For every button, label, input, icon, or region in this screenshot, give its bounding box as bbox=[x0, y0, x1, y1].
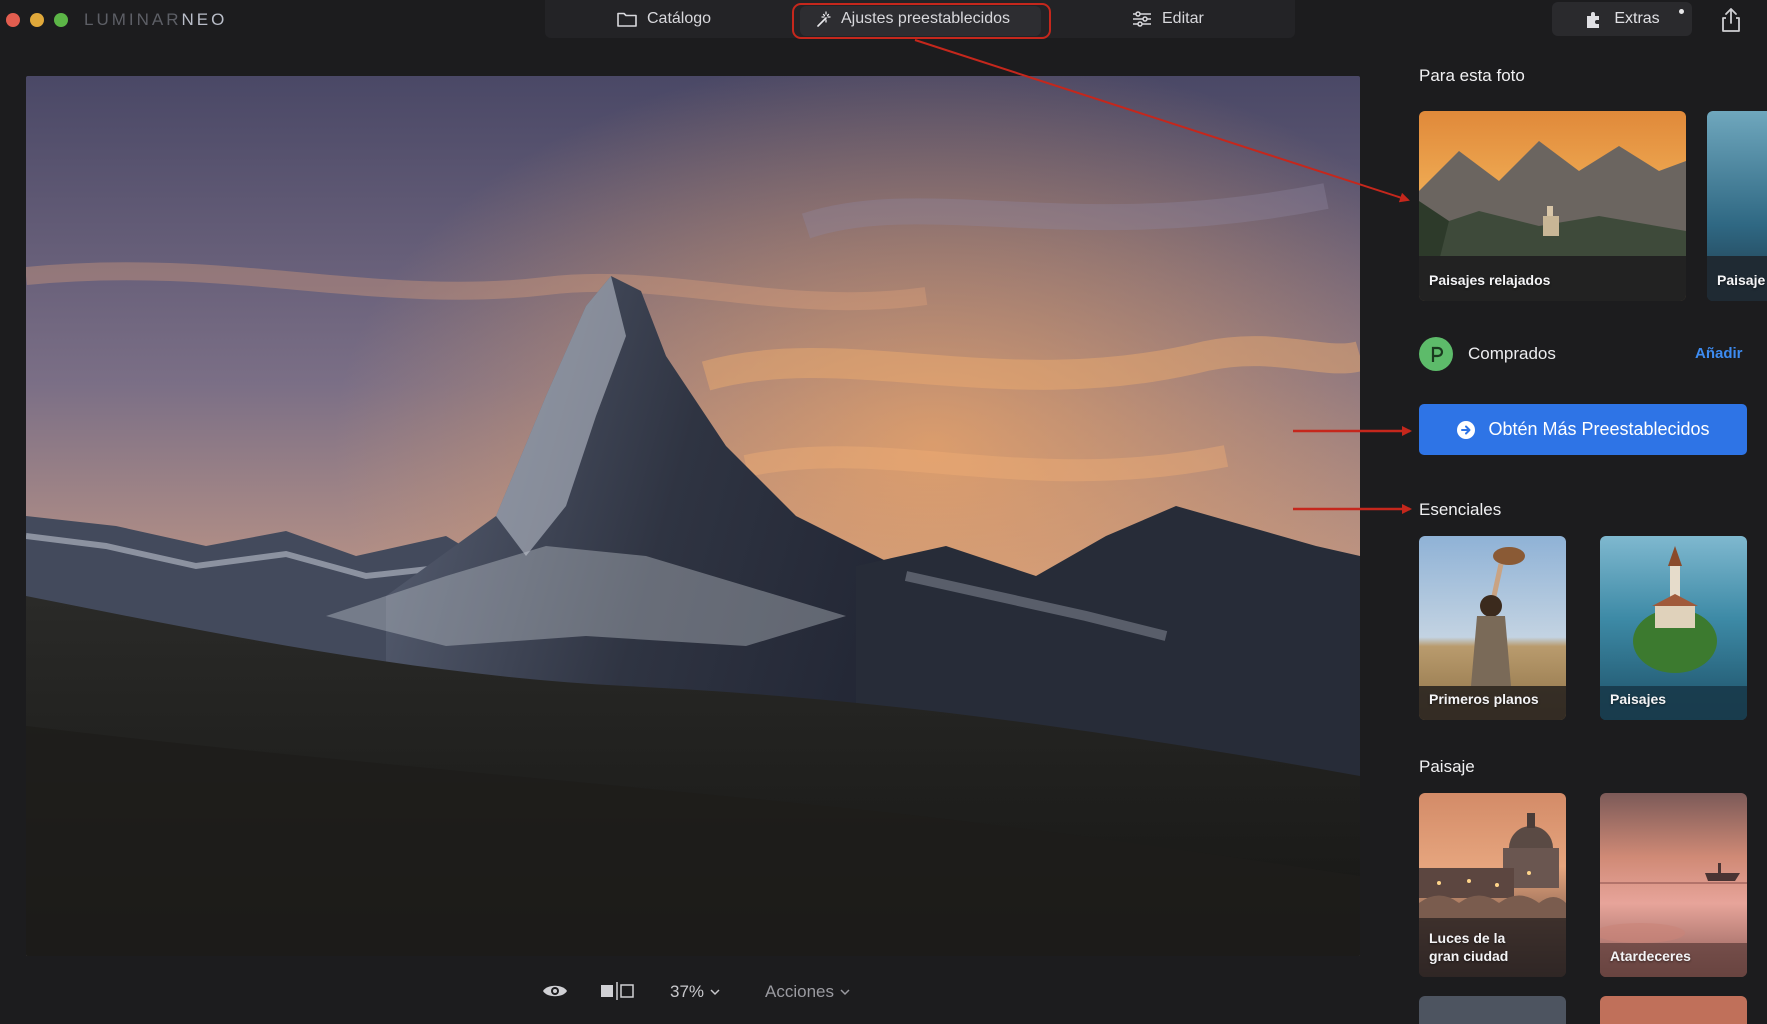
preset-card-label: Paisajes bbox=[1610, 691, 1667, 707]
get-more-presets-button[interactable]: Obtén Más Preestablecidos bbox=[1419, 404, 1747, 455]
title-bar: LUMINARNEO Catálogo Ajustes preestableci… bbox=[0, 0, 1767, 40]
puzzle-icon bbox=[1587, 12, 1600, 28]
add-link[interactable]: Añadir bbox=[1695, 345, 1743, 362]
extras-button[interactable]: Extras bbox=[1552, 2, 1692, 36]
preset-card-close-ups[interactable]: Primeros planos bbox=[1419, 536, 1566, 720]
notification-dot bbox=[1679, 9, 1684, 14]
partial-thumbnail bbox=[1600, 996, 1747, 1024]
chevron-down-icon bbox=[840, 989, 850, 996]
tab-edit[interactable]: Editar bbox=[1132, 0, 1204, 38]
purchased-icon bbox=[1419, 337, 1453, 371]
app-logo: LUMINARNEO bbox=[84, 10, 227, 30]
split-view-icon bbox=[601, 982, 634, 1000]
actions-dropdown[interactable]: Acciones bbox=[765, 982, 850, 1002]
arrow-circle-icon bbox=[1457, 420, 1476, 439]
partial-thumbnail bbox=[1419, 996, 1566, 1024]
preset-card-landscapes[interactable]: Paisajes bbox=[1600, 536, 1747, 720]
preset-card-label: Atardeceres bbox=[1610, 948, 1691, 964]
bottom-toolbar: 37% Acciones bbox=[0, 960, 1390, 1024]
essentials-heading: Esenciales bbox=[1419, 500, 1502, 519]
close-window-button[interactable] bbox=[6, 13, 20, 27]
share-icon bbox=[1722, 8, 1740, 32]
preview-toggle-button[interactable] bbox=[542, 982, 568, 1000]
preset-card-label: Paisajes relajados bbox=[1429, 272, 1551, 288]
tab-catalog-label: Catálogo bbox=[647, 10, 712, 27]
sliders-icon bbox=[1133, 11, 1151, 27]
landscape-heading: Paisaje bbox=[1419, 757, 1475, 776]
actions-label: Acciones bbox=[765, 982, 834, 1001]
preset-card-landscape[interactable]: Paisaje bbox=[1707, 111, 1767, 301]
chevron-down-icon bbox=[710, 989, 720, 996]
preset-card-relaxed-landscapes[interactable]: Paisajes relajados bbox=[1419, 111, 1686, 301]
brand-luminar: LUMINAR bbox=[84, 10, 182, 29]
for-this-photo-heading: Para esta foto bbox=[1419, 66, 1525, 85]
preset-card-sunsets[interactable]: Atardeceres bbox=[1600, 793, 1747, 977]
tab-catalog[interactable]: Catálogo bbox=[617, 0, 711, 38]
folder-icon bbox=[617, 12, 637, 27]
share-button[interactable] bbox=[1718, 6, 1744, 34]
preset-card-label: Luces de la gran ciudad bbox=[1429, 930, 1509, 964]
preset-card-label: Primeros planos bbox=[1429, 691, 1539, 707]
leaf-icon bbox=[1431, 346, 1444, 362]
preset-card-city-lights[interactable]: Luces de la gran ciudad bbox=[1419, 793, 1566, 977]
zoom-dropdown[interactable]: 37% bbox=[670, 982, 720, 1002]
eye-icon bbox=[543, 985, 567, 997]
photo-canvas[interactable] bbox=[26, 76, 1360, 956]
brand-neo: NEO bbox=[181, 10, 228, 29]
preset-card-partial[interactable] bbox=[1419, 996, 1566, 1024]
preset-card-partial[interactable] bbox=[1600, 996, 1747, 1024]
tab-edit-label: Editar bbox=[1162, 10, 1204, 27]
extras-label: Extras bbox=[1614, 10, 1660, 27]
get-more-presets-label: Obtén Más Preestablecidos bbox=[1488, 419, 1710, 439]
minimize-window-button[interactable] bbox=[30, 13, 44, 27]
purchased-label: Comprados bbox=[1468, 344, 1556, 363]
mountain-photo bbox=[26, 76, 1360, 956]
maximize-window-button[interactable] bbox=[54, 13, 68, 27]
compare-button[interactable] bbox=[600, 982, 634, 1000]
preset-card-label: Paisaje bbox=[1717, 272, 1766, 288]
presets-tab-annotation-outline bbox=[792, 3, 1051, 39]
zoom-value: 37% bbox=[670, 982, 705, 1001]
